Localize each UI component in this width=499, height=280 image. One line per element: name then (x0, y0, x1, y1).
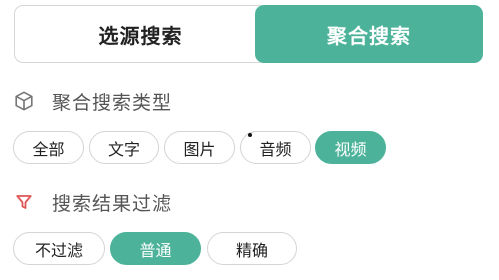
funnel-icon (12, 190, 36, 214)
result-filter-title: 搜索结果过滤 (52, 192, 173, 215)
result-filter-header: 搜索结果过滤 (12, 187, 172, 217)
type-chip-all[interactable]: 全部 (13, 131, 84, 164)
type-chip-text[interactable]: 文字 (89, 131, 159, 164)
filter-chip-normal[interactable]: 普通 (110, 232, 201, 265)
cursor-dot (248, 133, 252, 137)
search-type-header: 聚合搜索类型 (12, 86, 172, 116)
search-type-title: 聚合搜索类型 (52, 91, 173, 114)
cube-icon (12, 89, 36, 113)
filter-chip-none[interactable]: 不过滤 (13, 232, 105, 265)
source-search-button[interactable]: 选源搜索 (14, 5, 267, 63)
aggregate-search-button[interactable]: 聚合搜索 (255, 5, 483, 63)
type-chip-image[interactable]: 图片 (164, 131, 235, 164)
filter-chip-exact[interactable]: 精确 (207, 232, 297, 265)
type-chip-video[interactable]: 视频 (315, 131, 386, 164)
aggregate-search-panel: 选源搜索 聚合搜索 聚合搜索类型 全部 文字 图片 音频 视频 搜索结果过滤 不… (0, 0, 499, 280)
